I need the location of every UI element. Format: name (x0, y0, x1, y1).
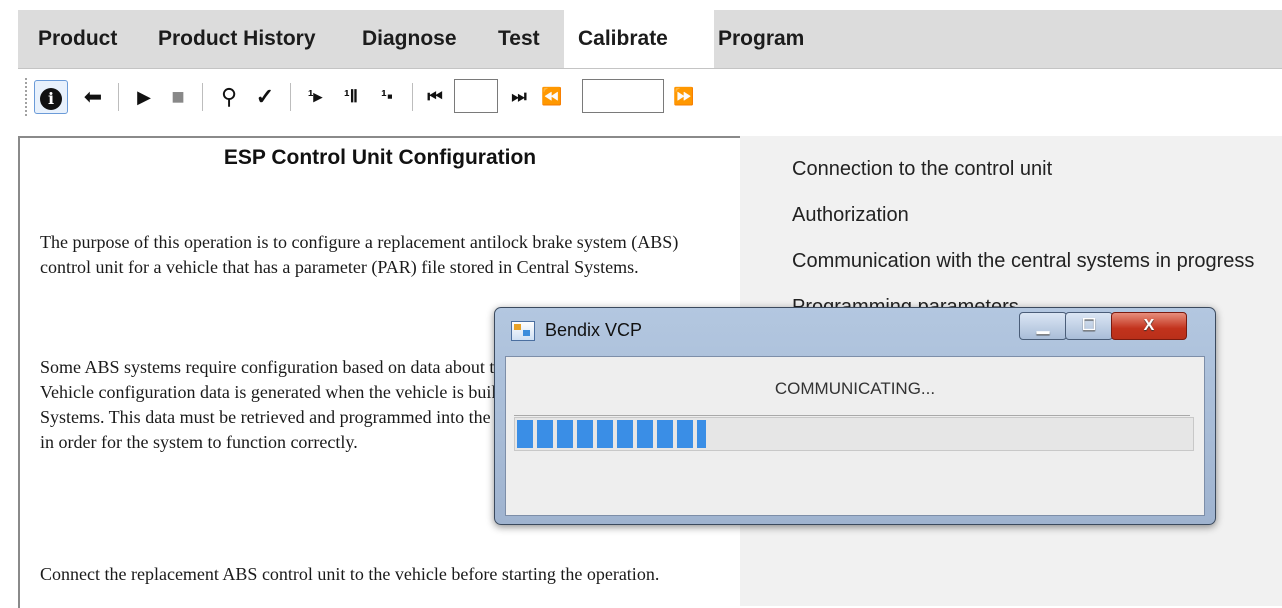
step-one-button[interactable]: ¹▸ (300, 83, 330, 111)
progress-bar (514, 417, 1194, 451)
check-button[interactable]: ✓ (250, 83, 280, 111)
rewind-icon: ⏪ (541, 87, 563, 106)
skip-to-end-icon: ⏭ (511, 87, 527, 106)
fast-forward-icon: ⏩ (673, 87, 695, 106)
minimize-icon: ▁ (1036, 317, 1050, 334)
toolbar-separator (202, 83, 203, 111)
back-arrow-icon: ⬅ (83, 84, 103, 109)
step-number-input[interactable] (454, 79, 498, 113)
skip-to-start-icon: ⏮ (427, 87, 443, 106)
step-communication: Communication with the central systems i… (792, 250, 1255, 272)
stop-button[interactable]: ■ (164, 83, 192, 111)
toolbar: i ⬅ ▶ ■ ⚲ ✓ ¹▸ ¹Ⅱ ¹▪ ⏮ ⏭ ⏪ ⏩ (18, 69, 1282, 124)
step-one-icon: ¹▸ (307, 87, 323, 106)
play-button[interactable]: ▶ (130, 83, 158, 111)
hint-button[interactable]: ⚲ (214, 83, 244, 111)
maximize-icon: ☐ (1081, 317, 1097, 334)
rewind-button[interactable]: ⏪ (538, 83, 566, 111)
first-step-button[interactable]: ⏮ (422, 83, 448, 111)
tab-test[interactable]: Test (484, 10, 554, 68)
minimize-button[interactable]: ▁ (1019, 312, 1067, 340)
app-window-icon (511, 321, 535, 341)
dialog-body: COMMUNICATING... (505, 356, 1205, 516)
step-authorization: Authorization (792, 204, 909, 226)
status-message: COMMUNICATING... (774, 379, 936, 398)
toolbar-separator (412, 83, 413, 111)
bendix-vcp-dialog[interactable]: Bendix VCP ▁ ☐ X COMMUNICATING... (494, 307, 1216, 525)
info-button[interactable]: i (34, 80, 68, 114)
document-paragraph-purpose: The purpose of this operation is to conf… (40, 232, 679, 277)
step-stop-icon: ¹▪ (381, 87, 393, 106)
check-icon: ✓ (255, 84, 275, 109)
toolbar-grip[interactable] (24, 77, 28, 117)
toolbar-separator (118, 83, 119, 111)
tab-program[interactable]: Program (704, 10, 818, 68)
close-button[interactable]: X (1111, 312, 1187, 340)
step-connection: Connection to the control unit (792, 158, 1053, 180)
fast-forward-button[interactable]: ⏩ (670, 83, 698, 111)
step-pause-button[interactable]: ¹Ⅱ (336, 83, 366, 111)
toolbar-separator (290, 83, 291, 111)
divider (514, 415, 1190, 416)
position-input[interactable] (582, 79, 664, 113)
tab-bar: Product Product History Diagnose Test Ca… (18, 10, 1282, 69)
tab-calibrate[interactable]: Calibrate (564, 10, 714, 68)
close-icon: X (1143, 317, 1155, 334)
maximize-button[interactable]: ☐ (1065, 312, 1113, 340)
stop-icon: ■ (171, 84, 185, 109)
progress-bar-fill (517, 420, 706, 448)
document-title: ESP Control Unit Configuration (223, 146, 537, 169)
step-stop-button[interactable]: ¹▪ (372, 83, 402, 111)
step-pause-icon: ¹Ⅱ (343, 87, 359, 106)
hint-icon: ⚲ (220, 84, 238, 109)
document-paragraph-instruction: Connect the replacement ABS control unit… (40, 564, 660, 584)
tab-diagnose[interactable]: Diagnose (348, 10, 471, 68)
info-icon: i (40, 88, 62, 110)
tab-product[interactable]: Product (24, 10, 131, 68)
tab-product-history[interactable]: Product History (144, 10, 330, 68)
play-icon: ▶ (137, 87, 151, 107)
back-button[interactable]: ⬅ (78, 83, 108, 111)
last-step-button[interactable]: ⏭ (506, 83, 532, 111)
dialog-title: Bendix VCP (545, 320, 643, 340)
